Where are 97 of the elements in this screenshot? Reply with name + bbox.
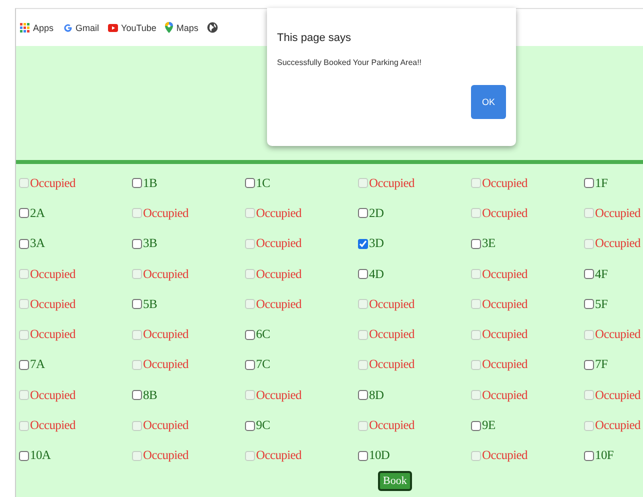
checkbox[interactable] bbox=[19, 450, 29, 461]
slot-label: Occupied bbox=[595, 236, 640, 252]
slot-label: 1C bbox=[256, 176, 270, 191]
slot-label: 3E bbox=[482, 236, 496, 252]
slot-label: 9C bbox=[256, 418, 270, 434]
slot-label: Occupied bbox=[369, 418, 414, 434]
slot-label: 2D bbox=[369, 206, 384, 221]
slot-label: 6C bbox=[256, 327, 270, 342]
checkbox[interactable] bbox=[245, 420, 255, 431]
slot-label: 3D bbox=[369, 236, 384, 252]
slot-label: Occupied bbox=[143, 266, 188, 282]
checkbox[interactable] bbox=[584, 299, 594, 310]
slot-label: Occupied bbox=[30, 266, 76, 282]
apps-grid-icon[interactable] bbox=[20, 22, 30, 32]
bookmark-link[interactable]: Apps bbox=[33, 22, 54, 32]
bookmark-link[interactable]: Maps bbox=[176, 22, 198, 32]
play-icon[interactable] bbox=[108, 22, 118, 32]
checkbox[interactable] bbox=[358, 238, 368, 249]
slot-label: 3B bbox=[143, 236, 157, 252]
dialog-title: This page says bbox=[277, 32, 352, 44]
slot-label: 7F bbox=[595, 357, 608, 372]
slot-label: Occupied bbox=[595, 327, 640, 342]
checkbox[interactable] bbox=[584, 450, 594, 461]
slot-label: 8D bbox=[369, 388, 384, 403]
bookmark-link[interactable]: Gmail bbox=[76, 22, 100, 32]
ok-button[interactable]: OK bbox=[471, 85, 506, 119]
checkbox[interactable] bbox=[245, 330, 255, 340]
slot-label: Occupied bbox=[143, 327, 188, 342]
slot-label: 4F bbox=[595, 266, 608, 282]
slot-label: 5B bbox=[143, 296, 157, 312]
slot-label: Occupied bbox=[30, 176, 76, 191]
slot-label: 1B bbox=[143, 176, 157, 191]
slot-label: Occupied bbox=[143, 418, 188, 434]
slot-label: Occupied bbox=[595, 388, 640, 403]
slot-label: 9E bbox=[482, 418, 496, 434]
dialog-message: Successfully Booked Your Parking Area!! bbox=[277, 58, 423, 67]
checkbox[interactable] bbox=[358, 390, 368, 400]
checkbox[interactable] bbox=[245, 178, 255, 188]
slot-label: 1F bbox=[595, 176, 608, 191]
checkbox[interactable] bbox=[358, 450, 368, 461]
slot-label: Occupied bbox=[256, 236, 302, 252]
checkbox[interactable] bbox=[584, 178, 594, 188]
slot-label: 2A bbox=[30, 206, 45, 221]
slot-label: Occupied bbox=[369, 357, 414, 372]
checkbox[interactable] bbox=[132, 238, 142, 249]
slot-label: Occupied bbox=[30, 327, 76, 342]
checkbox[interactable] bbox=[471, 420, 481, 431]
slot-label: Occupied bbox=[482, 357, 528, 372]
slot-label: Occupied bbox=[30, 296, 76, 312]
slot-label: Occupied bbox=[482, 448, 528, 464]
slot-label: Occupied bbox=[143, 357, 188, 372]
slot-label: Occupied bbox=[369, 296, 414, 312]
slot-label: Occupied bbox=[482, 388, 528, 403]
slot-label: Occupied bbox=[256, 206, 302, 221]
slot-label: 10D bbox=[369, 448, 390, 464]
checkbox[interactable] bbox=[584, 360, 594, 370]
checkbox[interactable] bbox=[19, 208, 29, 218]
checkbox[interactable] bbox=[132, 178, 142, 188]
slot-label: Occupied bbox=[595, 418, 640, 434]
slot-label: Occupied bbox=[256, 266, 302, 282]
map-pin-icon[interactable] bbox=[165, 22, 174, 33]
slot-label: Occupied bbox=[143, 448, 188, 464]
slot-label: 4D bbox=[369, 266, 384, 282]
slot-label: 8B bbox=[143, 388, 157, 403]
checkbox[interactable] bbox=[584, 269, 594, 280]
slot-label: Occupied bbox=[143, 206, 188, 221]
slot-label: Occupied bbox=[30, 388, 76, 403]
slot-label: 5F bbox=[595, 296, 608, 312]
slot-label: 7C bbox=[256, 357, 270, 372]
slot-label: 3A bbox=[30, 236, 45, 252]
checkbox[interactable] bbox=[358, 208, 368, 218]
slot-label: Occupied bbox=[256, 448, 302, 464]
checkbox[interactable] bbox=[132, 390, 142, 400]
checkbox[interactable] bbox=[19, 360, 29, 370]
checkbox[interactable] bbox=[132, 299, 142, 310]
checkbox[interactable] bbox=[471, 238, 481, 249]
slot-label: 10F bbox=[595, 448, 614, 464]
slot-label: Occupied bbox=[256, 296, 302, 312]
slot-label: 10A bbox=[30, 448, 51, 464]
slot-label: Occupied bbox=[482, 206, 528, 221]
book-button[interactable]: Book bbox=[378, 470, 412, 491]
globe-icon[interactable] bbox=[207, 22, 218, 33]
slot-label: Occupied bbox=[369, 176, 414, 191]
slot-label: Occupied bbox=[256, 388, 302, 403]
slot-label: Occupied bbox=[482, 266, 528, 282]
slot-label: 7A bbox=[30, 357, 45, 372]
bookmark-link[interactable]: YouTube bbox=[121, 22, 156, 32]
checkbox[interactable] bbox=[19, 238, 29, 249]
slot-label: Occupied bbox=[30, 418, 76, 434]
checkbox[interactable] bbox=[245, 360, 255, 370]
g-letter-icon[interactable] bbox=[62, 22, 73, 32]
slot-label: Occupied bbox=[482, 327, 528, 342]
slot-label: Occupied bbox=[369, 327, 414, 342]
slot-label: Occupied bbox=[595, 206, 640, 221]
slot-label: Occupied bbox=[482, 176, 528, 191]
slot-label: Occupied bbox=[482, 296, 528, 312]
checkbox[interactable] bbox=[358, 269, 368, 280]
